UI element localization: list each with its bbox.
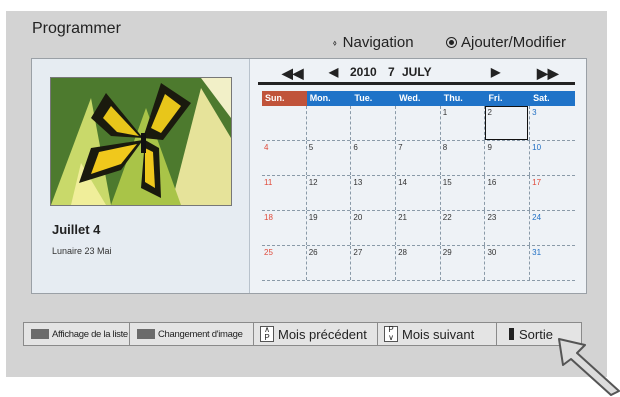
p-key-label: P: [264, 333, 270, 342]
list-view-label: Affichage de la liste: [52, 328, 128, 340]
prev-month-label: Mois précédent: [278, 326, 367, 342]
day-cell[interactable]: 23: [485, 211, 531, 245]
day-cell[interactable]: 22: [441, 211, 486, 245]
calendar-week: 25 26 27 28 29 30 31: [262, 246, 575, 281]
color-key-icon: [137, 329, 155, 339]
selected-date-title: Juillet 4: [52, 222, 101, 237]
day-cell[interactable]: 31: [530, 246, 575, 280]
day-cell[interactable]: 30: [485, 246, 531, 280]
calendar-month: JULY: [402, 65, 432, 79]
navigation-icon: ⬫: [333, 34, 337, 50]
weekday-header: Fri.: [485, 91, 531, 106]
navigation-label: Navigation: [342, 34, 414, 51]
day-cell[interactable]: 19: [307, 211, 352, 245]
lunar-date: Lunaire 23 Mai: [52, 246, 112, 256]
list-view-button[interactable]: Affichage de la liste: [23, 322, 130, 346]
day-cell[interactable]: 9: [485, 141, 531, 175]
exit-icon: [509, 328, 514, 340]
add-modify-label: Ajouter/Modifier: [461, 34, 567, 51]
day-cell[interactable]: 13: [351, 176, 397, 210]
add-modify-hint[interactable]: Ajouter/Modifier: [446, 34, 566, 51]
calendar-header-divider: [258, 82, 575, 85]
calendar-header: ◀◀ ◀ 2010 7 JULY ▶ ▶▶: [258, 65, 575, 83]
button-bar: Affichage de la liste Changement d'image…: [23, 322, 582, 346]
prev-month-button[interactable]: ∧ P Mois précédent: [253, 322, 378, 346]
day-cell[interactable]: 16: [485, 176, 531, 210]
page-up-icon: ∧ P: [260, 326, 274, 342]
day-cell[interactable]: 8: [441, 141, 486, 175]
day-cell[interactable]: 12: [307, 176, 352, 210]
calendar-grid: Sun. Mon. Tue. Wed. Thu. Fri. Sat. 1 2 3…: [262, 91, 575, 281]
weekday-header: Thu.: [440, 91, 486, 106]
day-cell[interactable]: 20: [351, 211, 397, 245]
calendar-day: 7: [388, 65, 395, 79]
pointer-cursor-icon: [558, 338, 620, 396]
weekday-header: Sun.: [262, 91, 307, 106]
day-cell[interactable]: 4: [262, 141, 307, 175]
day-cell[interactable]: 10: [530, 141, 575, 175]
next-month-label: Mois suivant: [402, 326, 475, 342]
day-cell[interactable]: [307, 106, 352, 140]
day-cell[interactable]: 11: [262, 176, 307, 210]
weekday-header: Wed.: [396, 91, 441, 106]
day-cell[interactable]: 29: [441, 246, 486, 280]
calendar-year: 2010: [350, 65, 377, 79]
weekday-header: Mon.: [306, 91, 352, 106]
photo-pane: Juillet 4 Lunaire 23 Mai: [32, 59, 250, 293]
calendar-week: 4 5 6 7 8 9 10: [262, 141, 575, 176]
day-cell[interactable]: 28: [396, 246, 441, 280]
day-cell-selected[interactable]: 2: [485, 106, 531, 140]
calendar-week: 11 12 13 14 15 16 17: [262, 176, 575, 211]
day-cell[interactable]: [262, 106, 307, 140]
prev-year-icon[interactable]: ◀◀: [282, 65, 304, 82]
day-cell[interactable]: 21: [396, 211, 441, 245]
next-month-button[interactable]: P ∨ Mois suivant: [377, 322, 497, 346]
day-cell[interactable]: 6: [351, 141, 397, 175]
day-cell[interactable]: 14: [396, 176, 441, 210]
day-cell[interactable]: 27: [351, 246, 397, 280]
page-down-icon: P ∨: [384, 326, 398, 342]
day-cell[interactable]: 24: [530, 211, 575, 245]
day-cell[interactable]: [351, 106, 397, 140]
day-cell[interactable]: [396, 106, 441, 140]
day-cell[interactable]: 15: [441, 176, 486, 210]
next-month-icon[interactable]: ▶: [491, 65, 500, 79]
butterfly-photo: [50, 77, 232, 206]
change-image-button[interactable]: Changement d'image: [129, 322, 254, 346]
day-cell[interactable]: 3: [530, 106, 575, 140]
day-cell[interactable]: 18: [262, 211, 307, 245]
day-cell[interactable]: 26: [307, 246, 352, 280]
weekday-header: Tue.: [351, 91, 397, 106]
day-cell[interactable]: 5: [307, 141, 352, 175]
day-cell[interactable]: 7: [396, 141, 441, 175]
navigation-hint: ⬫ Navigation: [333, 34, 414, 51]
page-title: Programmer: [32, 20, 121, 37]
weekday-header-row: Sun. Mon. Tue. Wed. Thu. Fri. Sat.: [262, 91, 575, 106]
exit-label: Sortie: [519, 326, 553, 342]
weekday-header: Sat.: [530, 91, 575, 106]
radio-selected-icon: [446, 37, 457, 48]
color-key-icon: [31, 329, 49, 339]
day-cell[interactable]: 17: [530, 176, 575, 210]
change-image-label: Changement d'image: [158, 328, 243, 340]
calendar-week: 18 19 20 21 22 23 24: [262, 211, 575, 246]
day-cell[interactable]: 1: [441, 106, 486, 140]
day-cell[interactable]: 25: [262, 246, 307, 280]
next-year-icon[interactable]: ▶▶: [537, 65, 559, 82]
prev-month-icon[interactable]: ◀: [329, 65, 338, 79]
calendar-week: 1 2 3: [262, 106, 575, 141]
